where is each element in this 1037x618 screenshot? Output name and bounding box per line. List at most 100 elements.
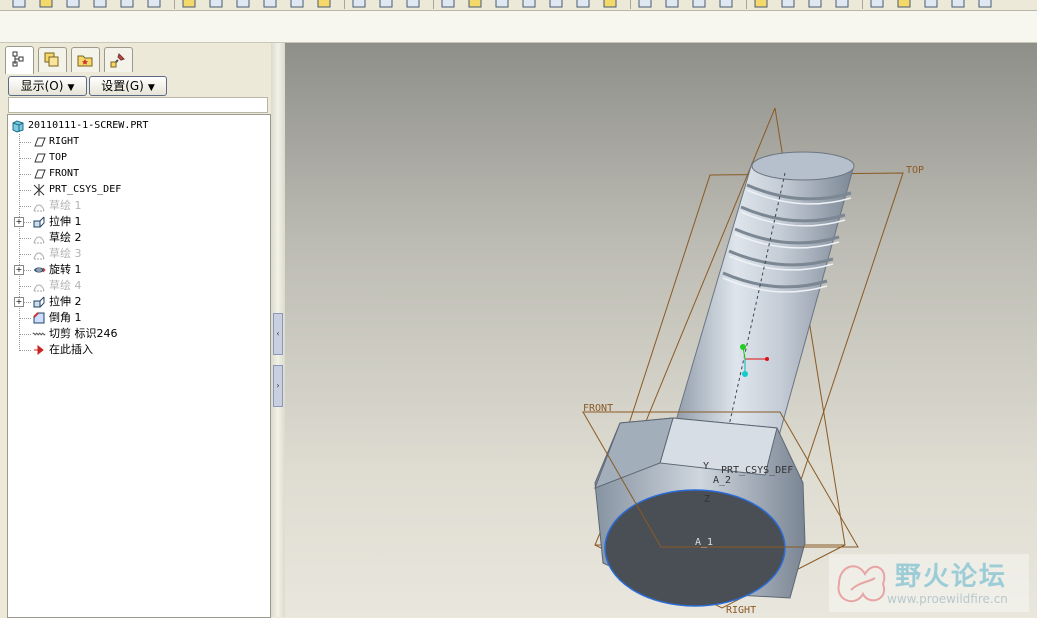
graphics-window[interactable]: TOP FRONT RIGHT PRT_CSYS_DEF A_1 A_2 Y Z… (285, 43, 1037, 617)
tree-connector (19, 134, 20, 349)
find-icon (441, 0, 455, 8)
tree-root-label: 20110111-1-SCREW.PRT (28, 120, 149, 131)
paste-icon (290, 0, 304, 8)
label-top[interactable]: TOP (906, 165, 924, 176)
zoom-in-button[interactable] (690, 0, 708, 10)
tree-connector (19, 158, 31, 159)
model-display-button[interactable] (868, 0, 886, 10)
tree-filter-bar (8, 97, 268, 113)
cut-button[interactable] (234, 0, 252, 10)
label-front[interactable]: FRONT (583, 403, 613, 414)
refit-button[interactable] (663, 0, 681, 10)
label-axis-a2[interactable]: A_2 (713, 475, 731, 486)
wireframe-button[interactable] (895, 0, 913, 10)
new-icon (12, 0, 26, 8)
label-csys[interactable]: PRT_CSYS_DEF (721, 465, 793, 476)
no-hidden-button[interactable] (949, 0, 967, 10)
spin-center-button[interactable] (601, 0, 619, 10)
undo-icon (182, 0, 196, 8)
appearance-button[interactable] (833, 0, 851, 10)
open-icon (39, 0, 53, 8)
tools-icon (110, 53, 125, 68)
settings-button-label: 设置(G) (101, 79, 144, 93)
layers-button[interactable] (806, 0, 824, 10)
tree-connector (19, 334, 31, 335)
tree-item-label: 在此插入 (49, 343, 93, 356)
new-button[interactable] (10, 0, 28, 10)
find-button[interactable] (439, 0, 457, 10)
display-style-button[interactable] (466, 0, 484, 10)
saved-views-button[interactable] (779, 0, 797, 10)
shading-icon (978, 0, 992, 8)
regenerate-button[interactable] (350, 0, 368, 10)
expand-navigator-handle[interactable]: › (273, 365, 283, 407)
chamfer-icon (33, 312, 45, 324)
tree-expand-toggle[interactable]: + (14, 265, 24, 275)
tree-item-label: 草绘 4 (49, 279, 82, 292)
chevron-down-icon: ▼ (67, 83, 75, 93)
tree-item-label: 切剪 标识246 (49, 327, 118, 340)
tree-item-label: FRONT (49, 168, 80, 179)
hidden-line-button[interactable] (922, 0, 940, 10)
tree-connector (19, 238, 31, 239)
connections-tab[interactable] (104, 47, 133, 72)
tree-item-label: 草绘 1 (49, 199, 82, 212)
collapse-navigator-handle[interactable]: ‹ (273, 313, 283, 355)
settings-dropdown-button[interactable]: 设置(G) ▼ (89, 76, 167, 96)
sketch-icon (33, 284, 45, 292)
csys-icon (576, 0, 590, 8)
save-icon (66, 0, 80, 8)
paste-button[interactable] (288, 0, 306, 10)
paste-special-icon (317, 0, 331, 8)
datum-planes-button[interactable] (493, 0, 511, 10)
window-button[interactable] (404, 0, 422, 10)
model-tree: 20110111-1-SCREW.PRT RIGHT TOP FRONT PRT_CS… (7, 114, 271, 618)
open-button[interactable] (37, 0, 55, 10)
tree-connector (19, 318, 31, 319)
email-button[interactable] (118, 0, 136, 10)
appearance-icon (835, 0, 849, 8)
watermark-url: www.proewildfire.cn (887, 592, 1008, 606)
tree-expand-toggle[interactable]: + (14, 297, 24, 307)
csys-icon (33, 184, 45, 196)
head-end-face[interactable] (604, 489, 786, 607)
zoom-out-button[interactable] (717, 0, 735, 10)
orient-button[interactable] (752, 0, 770, 10)
settings-button[interactable] (145, 0, 163, 10)
watermark-title: 野火论坛 (895, 562, 1008, 592)
tree-connector (19, 174, 31, 175)
redo-button[interactable] (207, 0, 225, 10)
cosmetic-thread-icon (32, 332, 46, 336)
label-right[interactable]: RIGHT (726, 605, 756, 616)
tree-connector (19, 254, 31, 255)
tree-expand-toggle[interactable]: + (14, 217, 24, 227)
regen-manager-button[interactable] (377, 0, 395, 10)
part-icon (12, 120, 24, 133)
shading-button[interactable] (976, 0, 994, 10)
show-dropdown-button[interactable]: 显示(O) ▼ (8, 76, 87, 96)
csys-button[interactable] (574, 0, 592, 10)
annotations-icon (638, 0, 652, 8)
sketch-icon (33, 204, 45, 212)
paste-special-button[interactable] (315, 0, 333, 10)
favorites-tab[interactable] (71, 47, 100, 72)
model-display-icon (870, 0, 884, 8)
print-button[interactable] (91, 0, 109, 10)
save-button[interactable] (64, 0, 82, 10)
model-tree-tab[interactable] (5, 46, 34, 74)
folder-browser-tab[interactable] (38, 47, 67, 72)
annotations-button[interactable] (636, 0, 654, 10)
model-graphics[interactable]: TOP FRONT RIGHT PRT_CSYS_DEF A_1 A_2 Y Z (285, 43, 1037, 617)
datum-axes-button[interactable] (520, 0, 538, 10)
navigator-sash[interactable]: ‹ › (271, 43, 285, 617)
settings-icon (147, 0, 161, 8)
copy-button[interactable] (261, 0, 279, 10)
regen-manager-icon (379, 0, 393, 8)
datum-planes-icon (495, 0, 509, 8)
datum-points-button[interactable] (547, 0, 565, 10)
tree-item-label: TOP (49, 152, 68, 163)
tree-connector (19, 286, 31, 287)
spin-center-icon (603, 0, 617, 8)
label-axis-a1[interactable]: A_1 (695, 537, 713, 548)
undo-button[interactable] (180, 0, 198, 10)
